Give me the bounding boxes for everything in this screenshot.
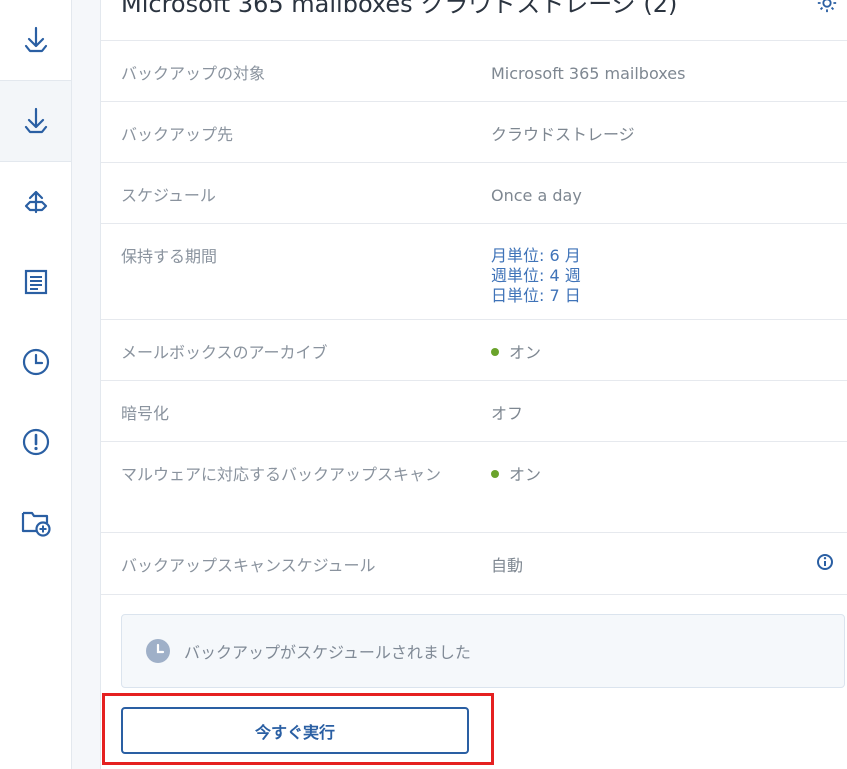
detail-row-retention: 保持する期間 月単位: 6 月 週単位: 4 週 日単位: 7 日 — [101, 223, 847, 320]
row-value: クラウドストレージ — [491, 125, 635, 144]
retention-daily: 日単位: 7 日 — [491, 286, 581, 305]
retention-values[interactable]: 月単位: 6 月 週単位: 4 週 日単位: 7 日 — [491, 246, 581, 306]
download-icon — [24, 107, 47, 134]
report-icon — [24, 269, 47, 295]
row-label: バックアップ先 — [121, 125, 234, 144]
clock-icon — [146, 639, 170, 663]
row-label: バックアップの対象 — [121, 64, 266, 83]
detail-row-schedule: スケジュール Once a day — [101, 162, 847, 224]
replicate-icon — [24, 190, 47, 214]
row-label: スケジュール — [121, 186, 216, 205]
status-on-dot — [491, 347, 499, 356]
detail-row-mailbox-archive: メールボックスのアーカイブ オン — [101, 319, 847, 381]
gear-icon[interactable] — [816, 0, 838, 14]
sidebar-item-schedule[interactable] — [0, 322, 71, 402]
highlight-box — [102, 693, 494, 765]
folder-add-icon — [21, 511, 51, 537]
row-label: 暗号化 — [121, 404, 170, 423]
page-title: Microsoft 365 mailboxes クラウドストレージ (2) — [121, 0, 678, 18]
retention-monthly: 月単位: 6 月 — [491, 246, 581, 265]
clock-icon — [22, 348, 49, 376]
notice-text: バックアップがスケジュールされました — [184, 643, 471, 662]
detail-row-destination: バックアップ先 クラウドストレージ — [101, 101, 847, 163]
row-value: Microsoft 365 mailboxes — [491, 64, 686, 83]
row-value: Once a day — [491, 186, 582, 205]
detail-row-scan-schedule: バックアップスキャンスケジュール 自動 — [101, 532, 847, 595]
row-label: 保持する期間 — [121, 247, 218, 266]
main-background — [72, 0, 100, 769]
row-label: バックアップスキャンスケジュール — [121, 556, 376, 575]
sidebar-item-add-folder[interactable] — [0, 482, 71, 562]
info-icon[interactable] — [816, 553, 834, 571]
row-label: マルウェアに対応するバックアップスキャン — [121, 465, 442, 484]
alert-icon — [22, 428, 49, 456]
sidebar-item-backup-active[interactable] — [0, 80, 71, 162]
status-value: オン — [491, 460, 541, 490]
row-label: メールボックスのアーカイブ — [121, 343, 328, 362]
sidebar — [0, 0, 72, 769]
row-value: オン — [509, 465, 542, 484]
row-value: オフ — [491, 404, 524, 423]
sidebar-item-alerts[interactable] — [0, 402, 71, 482]
sidebar-item-reports[interactable] — [0, 242, 71, 322]
detail-row-encryption: 暗号化 オフ — [101, 380, 847, 442]
sidebar-item-replication[interactable] — [0, 162, 71, 242]
plan-details-panel: Microsoft 365 mailboxes クラウドストレージ (2) バッ… — [100, 0, 847, 769]
download-icon — [24, 26, 47, 53]
row-value: オン — [509, 343, 542, 362]
status-value: オン — [491, 338, 541, 368]
detail-row-backup-target: バックアップの対象 Microsoft 365 mailboxes — [101, 40, 847, 102]
sidebar-item-backup[interactable] — [0, 0, 71, 80]
status-on-dot — [491, 469, 499, 478]
schedule-notice: バックアップがスケジュールされました — [121, 614, 845, 688]
detail-row-malware-scan: マルウェアに対応するバックアップスキャン オン — [101, 441, 847, 533]
retention-weekly: 週単位: 4 週 — [491, 266, 581, 285]
row-value: 自動 — [491, 556, 524, 575]
